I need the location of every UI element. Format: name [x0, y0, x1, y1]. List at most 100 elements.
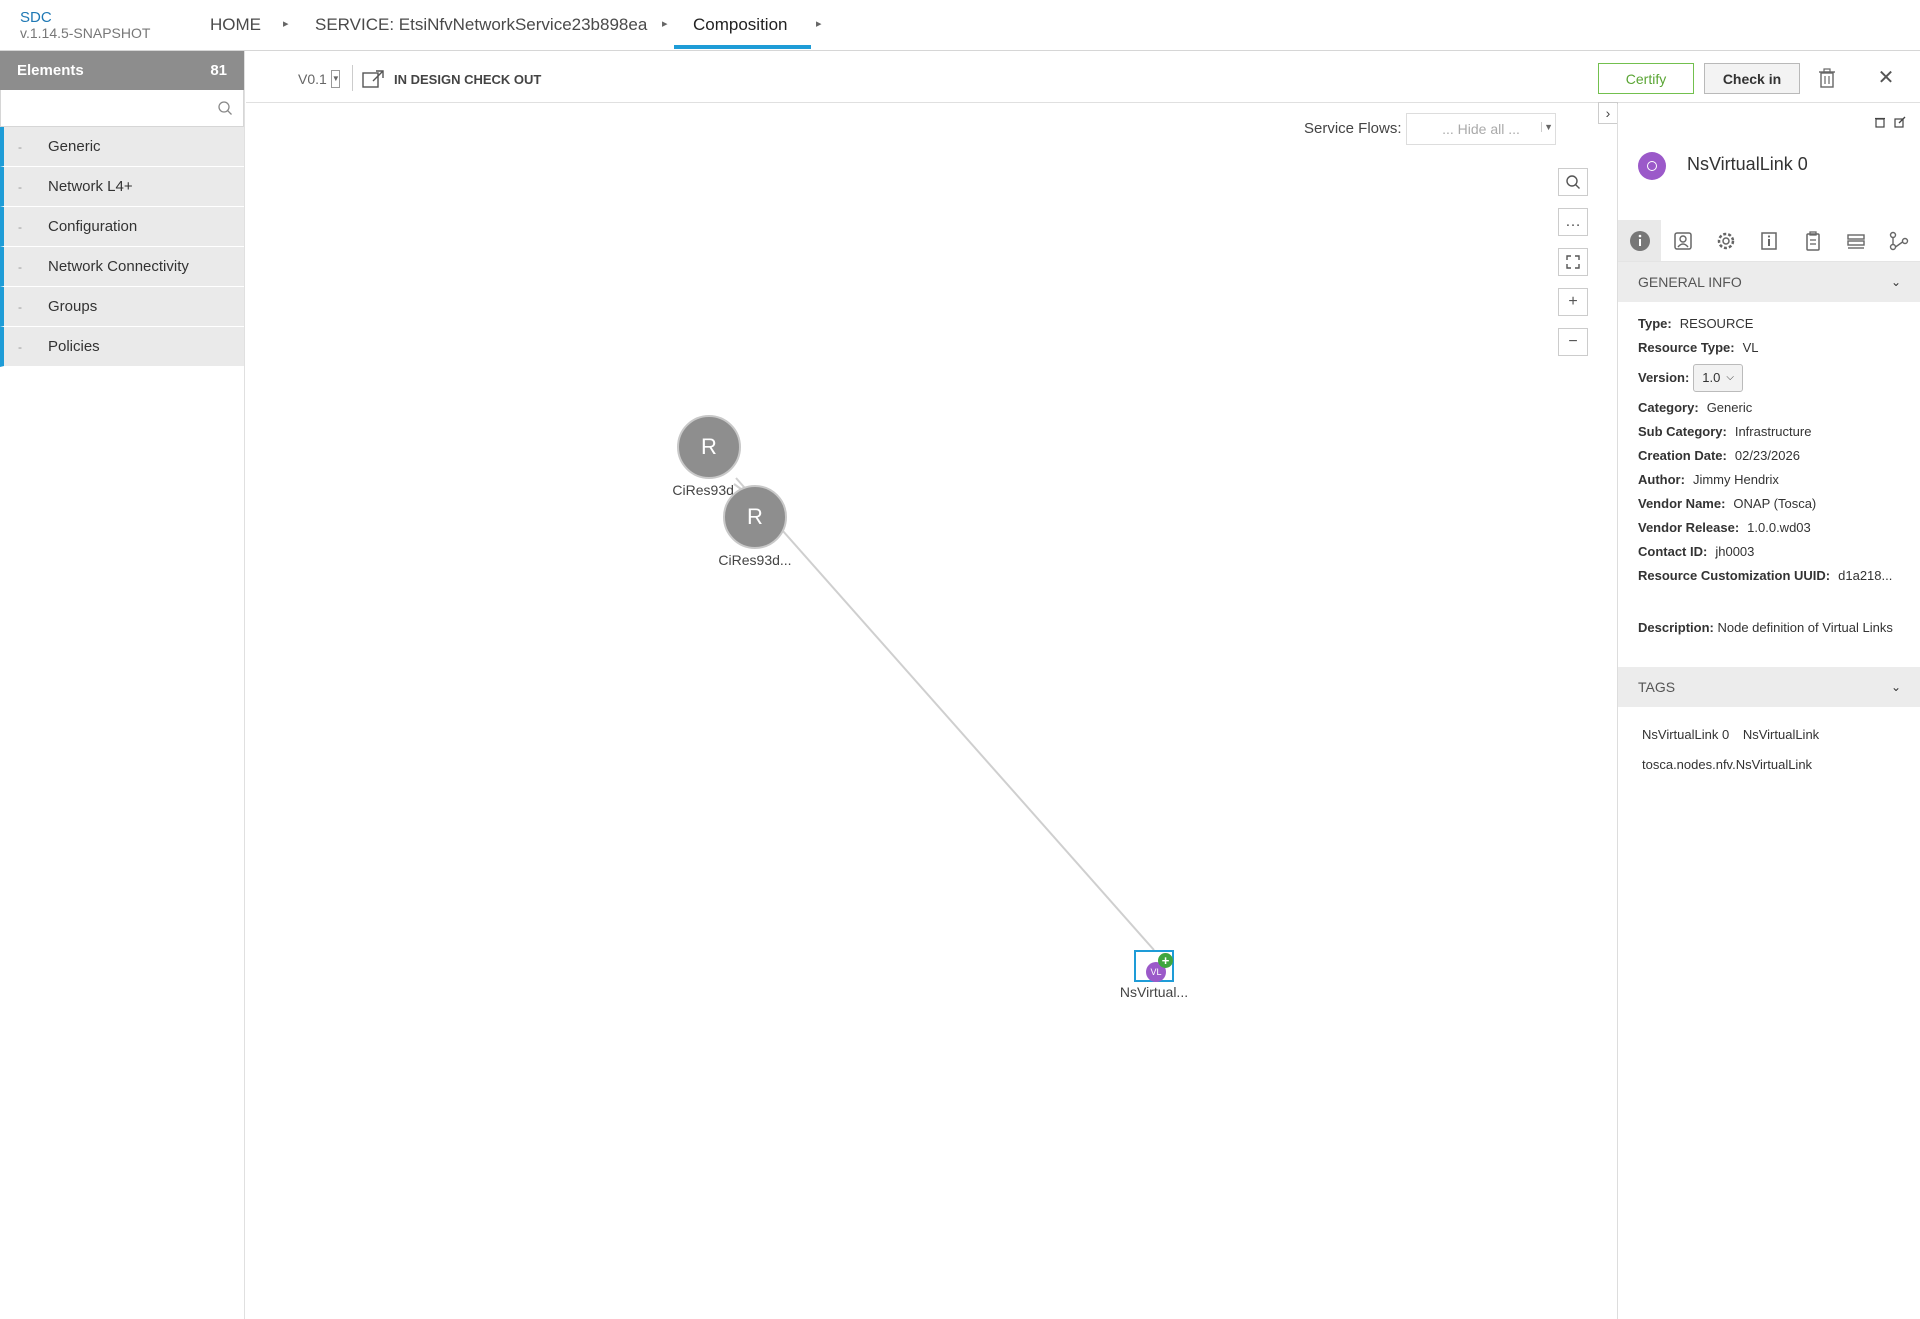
tab-properties[interactable] [1705, 220, 1748, 261]
tab-deployment-artifacts[interactable] [1661, 220, 1704, 261]
edit-icon[interactable] [1894, 116, 1906, 128]
version-dropdown[interactable]: 1.0 ⌵ [1693, 364, 1743, 392]
version-value: V0.1 [298, 71, 327, 87]
elements-palette: Elements 81 - Generic - Network L4+ - Confi… [0, 51, 245, 1319]
app-logo[interactable]: SDC v.1.14.5-SNAPSHOT [20, 10, 150, 41]
active-crumb-indicator [674, 45, 811, 49]
tab-general-info[interactable] [1618, 220, 1662, 261]
category-label: Groups [48, 298, 98, 315]
tag: tosca.nodes.nfv.NsVirtualLink [1642, 757, 1813, 772]
field-creation-date: Creation Date: 02/23/2026 [1638, 444, 1908, 468]
field-label: Resource Customization UUID: [1638, 568, 1831, 583]
breadcrumb-arrow-icon[interactable]: ▸ [816, 17, 822, 30]
category-label: Network Connectivity [48, 258, 189, 275]
check-in-button[interactable]: Check in [1704, 63, 1800, 94]
elements-title: Elements [17, 62, 84, 79]
lifecycle-status: IN DESIGN CHECK OUT [362, 69, 541, 89]
field-value: RESOURCE [1679, 316, 1754, 331]
node-label: CiRes93d... [718, 552, 792, 568]
vl-type-icon [1638, 152, 1666, 180]
category-generic[interactable]: - Generic [0, 127, 244, 167]
field-value: jh0003 [1715, 544, 1755, 559]
collapse-dash-icon: - [18, 259, 22, 274]
gear-icon [1717, 232, 1735, 249]
category-policies[interactable]: - Policies [0, 327, 244, 367]
category-network-connectivity[interactable]: - Network Connectivity [0, 247, 244, 287]
collapse-panel-button[interactable]: › [1598, 102, 1618, 124]
node-letter: R [747, 504, 763, 529]
connection-lines [733, 477, 1155, 951]
add-plus-icon[interactable]: + [1158, 953, 1173, 968]
collapse-dash-icon: - [18, 219, 22, 234]
field-label: Vendor Name: [1638, 496, 1726, 511]
tab-composition[interactable] [1834, 220, 1877, 261]
field-value: VL [1742, 340, 1759, 355]
tag: NsVirtualLink [1742, 727, 1820, 742]
composition-canvas[interactable]: Service Flows: ... Hide all ... ▼ … + − … [246, 104, 1616, 1319]
field-value: Infrastructure [1734, 424, 1812, 439]
elements-header: Elements 81 [0, 51, 244, 90]
chevron-down-icon: ⌄ [1890, 275, 1901, 289]
toolbar-divider [352, 65, 353, 91]
category-configuration[interactable]: - Configuration [0, 207, 244, 247]
version-dropdown-value: 1.0 [1702, 370, 1721, 385]
general-info-fields: Type: RESOURCE Resource Type: VL Version: … [1638, 312, 1908, 588]
category-network-l4[interactable]: - Network L4+ [0, 167, 244, 207]
field-label: Vendor Release: [1638, 520, 1740, 535]
collapse-dash-icon: - [18, 299, 22, 314]
elements-search-input[interactable] [1, 90, 243, 126]
section-title: TAGS [1638, 679, 1676, 695]
collapse-dash-icon: - [18, 139, 22, 154]
node-label: NsVirtual... [1119, 984, 1189, 1000]
virtual-link-node[interactable]: VL + [1134, 950, 1174, 982]
field-author: Author: Jimmy Hendrix [1638, 468, 1908, 492]
field-label: Author: [1638, 472, 1685, 487]
field-value: Generic [1706, 400, 1753, 415]
artifacts-icon [1674, 231, 1692, 250]
info-icon [1629, 230, 1650, 251]
category-label: Configuration [48, 218, 138, 235]
breadcrumb-service[interactable]: SERVICE: EtsiNfvNetworkService23b898ea [315, 15, 647, 35]
info-square-icon [1761, 231, 1778, 250]
tags-section-header[interactable]: TAGS ⌄ [1618, 667, 1920, 707]
field-label: Sub Category: [1638, 424, 1727, 439]
connections-icon [1890, 231, 1909, 250]
caret-down-icon: ▼ [330, 70, 340, 88]
app-version: v.1.14.5-SNAPSHOT [20, 25, 151, 41]
chevron-right-icon: › [1605, 105, 1611, 121]
relation-line[interactable] [735, 477, 1155, 951]
collapse-dash-icon: - [18, 179, 22, 194]
category-label: Generic [48, 138, 101, 155]
close-icon[interactable]: ✕ [1876, 68, 1896, 88]
elements-search [0, 90, 244, 127]
field-value: ONAP (Tosca) [1733, 496, 1817, 511]
field-sub-category: Sub Category: Infrastructure [1638, 420, 1908, 444]
description-label: Description: [1638, 620, 1714, 635]
search-icon[interactable] [217, 100, 233, 116]
field-vendor-release: Vendor Release: 1.0.0.wd03 [1638, 516, 1908, 540]
tab-information-artifacts[interactable] [1748, 220, 1791, 261]
general-info-section-header[interactable]: GENERAL INFO ⌄ [1618, 262, 1920, 302]
component-node-r[interactable]: R [677, 415, 741, 479]
clipboard-icon [1806, 230, 1820, 251]
breadcrumb-composition[interactable]: Composition [693, 15, 788, 35]
trash-icon[interactable] [1818, 68, 1836, 88]
component-node-r[interactable]: R [723, 485, 787, 549]
category-label: Network L4+ [48, 178, 133, 195]
panel-actions [1874, 116, 1906, 128]
tab-api[interactable] [1791, 220, 1834, 261]
node-letter: R [701, 434, 717, 459]
version-select[interactable]: V0.1 ▼ [298, 70, 340, 88]
top-header: SDC v.1.14.5-SNAPSHOT HOME ▸ SERVICE: Et… [0, 0, 1920, 51]
field-label: Version: [1638, 370, 1690, 385]
breadcrumb-home[interactable]: HOME [210, 15, 261, 35]
tags-list: NsVirtualLink 0 NsVirtualLink tosca.node… [1642, 720, 1912, 780]
breadcrumb-arrow-icon: ▸ [283, 18, 289, 30]
trash-icon[interactable] [1874, 116, 1886, 128]
certify-button[interactable]: Certify [1598, 63, 1694, 94]
details-panel: NsVirtualLink 0 GENERAL INFO ⌄ Type: RESO… [1617, 104, 1920, 1319]
tab-requirements-capabilities[interactable] [1878, 220, 1920, 261]
collapse-dash-icon: - [18, 339, 22, 354]
category-groups[interactable]: - Groups [0, 287, 244, 327]
field-customization-uuid: Resource Customization UUID: d1a218... [1638, 564, 1908, 588]
